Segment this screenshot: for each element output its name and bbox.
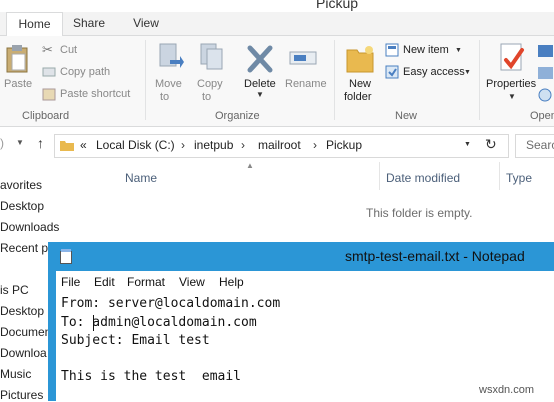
refresh-icon[interactable]: ↻ (485, 136, 497, 153)
breadcrumb-inetpub[interactable]: inetpub (194, 138, 233, 152)
forward-icon[interactable]: ) (0, 136, 4, 150)
clipboard-group-label: Clipboard (22, 110, 70, 122)
paste-shortcut-button[interactable]: Paste shortcut (60, 88, 130, 100)
text-line-subject: Subject: Email test (61, 333, 210, 348)
edit-icon (538, 67, 553, 79)
ribbon-tabs: Home Share View (0, 12, 554, 37)
notepad-icon (60, 249, 72, 264)
paste-icon[interactable] (4, 44, 30, 74)
copy-to-button[interactable]: Copy (197, 78, 223, 90)
notepad-title: smtp-test-email.txt - Notepad (345, 248, 525, 264)
delete-icon (247, 45, 273, 73)
nav-item-desktop-pc[interactable]: Desktop (0, 304, 44, 318)
delete-button[interactable]: Delete (244, 78, 276, 90)
column-type[interactable]: Type (506, 171, 532, 185)
chevron-down-icon: ▼ (508, 92, 516, 101)
breadcrumb-prefix: « (80, 138, 87, 152)
explorer-titlebar (0, 0, 554, 12)
window-title: Pickup (316, 0, 359, 11)
search-box[interactable]: Searc (515, 134, 554, 158)
new-folder-label-2: folder (344, 91, 372, 103)
menu-help[interactable]: Help (219, 275, 244, 289)
sort-arrow-icon: ▲ (246, 161, 254, 170)
breadcrumb-mailroot[interactable]: mailroot (258, 138, 301, 152)
breadcrumb-separator: › (313, 138, 317, 152)
divider (145, 40, 146, 120)
organize-group-label: Organize (215, 110, 260, 122)
chevron-down-icon: ▼ (464, 69, 471, 76)
notepad-menu-bar: File Edit Format View Help (56, 271, 554, 293)
folder-icon (60, 141, 74, 151)
tab-share[interactable]: Share (66, 12, 112, 35)
nav-item-downloads[interactable]: Downloads (0, 220, 59, 234)
nav-item-music[interactable]: Music (0, 367, 31, 381)
tab-home[interactable]: Home (6, 12, 63, 37)
ribbon (0, 36, 554, 127)
open-icon (538, 45, 553, 57)
nav-item-favorites[interactable]: avorites (0, 178, 42, 192)
move-to-button[interactable]: Move (155, 78, 182, 90)
divider (334, 40, 335, 120)
nav-item-pictures[interactable]: Pictures (0, 388, 43, 402)
divider (479, 40, 480, 120)
menu-format[interactable]: Format (127, 275, 165, 289)
text-line-body: This is the test email (61, 369, 242, 384)
nav-item-this-pc[interactable]: is PC (0, 283, 29, 297)
menu-view[interactable]: View (179, 275, 205, 289)
menu-edit[interactable]: Edit (94, 275, 115, 289)
up-arrow-icon[interactable]: ↑ (37, 135, 44, 151)
new-folder-icon (346, 46, 374, 73)
properties-icon (500, 43, 524, 71)
chevron-down-icon[interactable]: ▼ (16, 138, 24, 147)
rename-button[interactable]: Rename (285, 78, 327, 90)
chevron-down-icon[interactable]: ▼ (464, 141, 471, 148)
easy-access-button[interactable]: Easy access (403, 66, 465, 78)
breadcrumb-separator: › (181, 138, 185, 152)
address-bar[interactable]: « Local Disk (C:) › inetpub › mailroot ›… (54, 134, 509, 158)
chevron-down-icon: ▼ (455, 47, 462, 54)
nav-item-recent[interactable]: Recent p (0, 241, 48, 255)
open-group-label: Open (530, 110, 554, 122)
copy-path-button[interactable]: Copy path (60, 66, 110, 78)
history-icon (538, 88, 552, 102)
breadcrumb-local-disk[interactable]: Local Disk (C:) (96, 138, 175, 152)
copy-to-icon (200, 43, 223, 70)
new-group-label: New (395, 110, 418, 122)
move-to-label-2: to (160, 91, 170, 103)
text-line-from: From: server@localdomain.com (61, 296, 281, 311)
column-header: ▲ Name Date modified Type (107, 161, 554, 190)
rename-icon (289, 51, 317, 65)
menu-file[interactable]: File (61, 275, 80, 289)
divider (379, 162, 380, 190)
breadcrumb-separator: › (241, 138, 245, 152)
cut-icon: ✂ (42, 42, 53, 57)
new-item-button[interactable]: New item (403, 44, 449, 56)
paste-button[interactable]: Paste (4, 78, 32, 90)
properties-button[interactable]: Properties (486, 78, 536, 90)
watermark: wsxdn.com (479, 384, 535, 396)
empty-folder-message: This folder is empty. (366, 206, 473, 220)
cut-button[interactable]: Cut (60, 44, 77, 56)
tab-view[interactable]: View (122, 12, 170, 35)
column-date-modified[interactable]: Date modified (386, 171, 460, 185)
nav-item-downloads-pc[interactable]: Downloa (0, 346, 47, 360)
nav-item-desktop[interactable]: Desktop (0, 199, 44, 213)
chevron-down-icon: ▼ (256, 90, 264, 99)
move-to-icon (159, 43, 184, 68)
copy-path-icon (42, 67, 56, 77)
breadcrumb-pickup[interactable]: Pickup (326, 138, 362, 152)
paste-shortcut-icon (42, 88, 56, 101)
text-cursor (93, 315, 94, 331)
column-name[interactable]: Name (125, 171, 157, 185)
divider (499, 162, 500, 190)
easy-access-icon (385, 65, 399, 79)
text-line-to: To: admin@localdomain.com (61, 315, 257, 330)
copy-to-label-2: to (202, 91, 212, 103)
new-item-icon (385, 43, 399, 57)
nav-item-documents[interactable]: Documen (0, 325, 51, 339)
new-folder-button[interactable]: New (349, 78, 371, 90)
search-input[interactable]: Searc (526, 138, 554, 152)
